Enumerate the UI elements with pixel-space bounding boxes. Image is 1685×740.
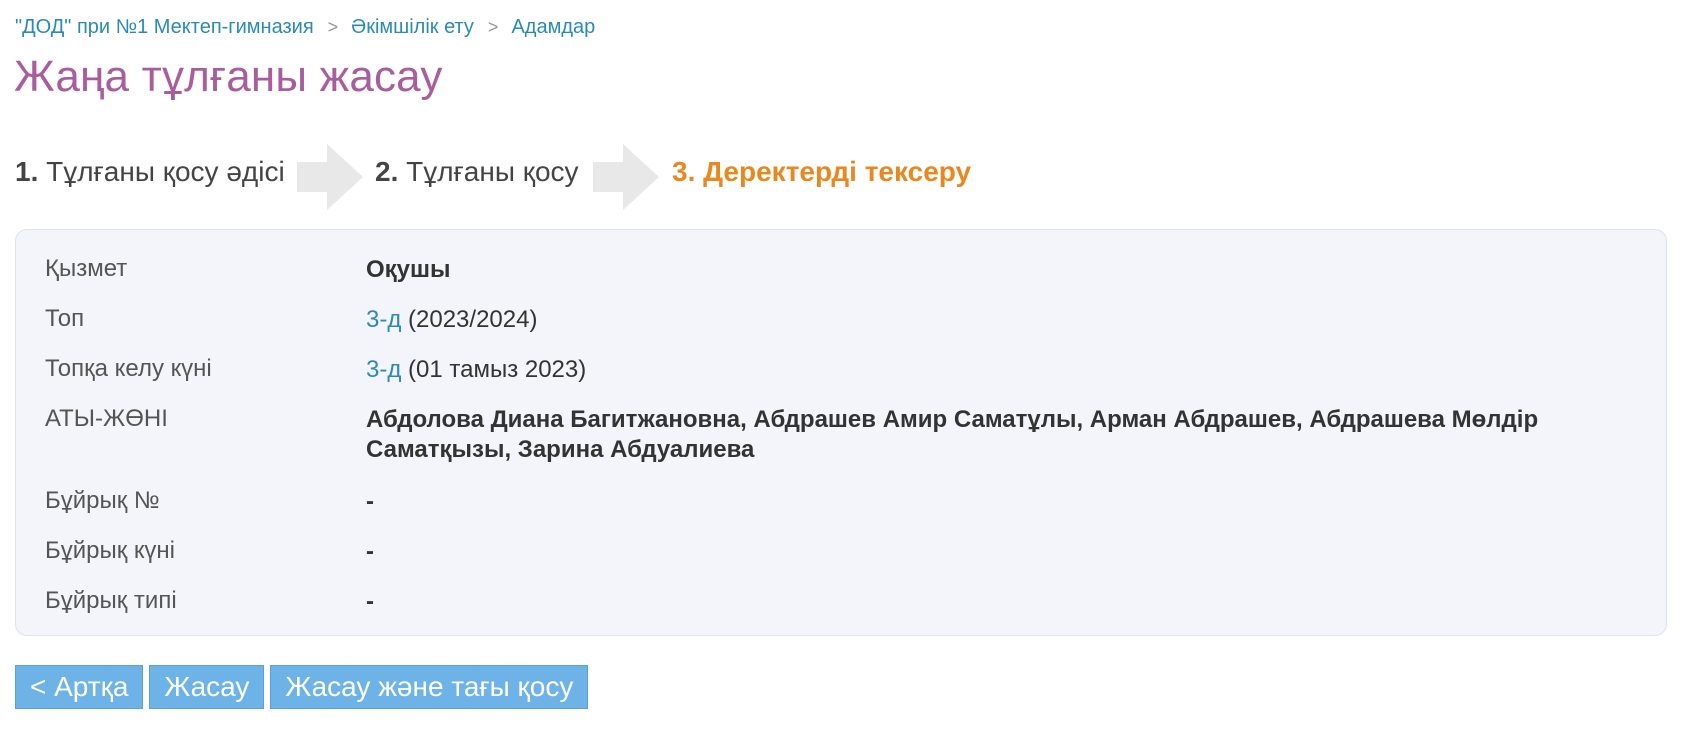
wizard-steps: 1. Тұлғаны қосу әдісі 2. Тұлғаны қосу 3.… (15, 140, 1215, 210)
breadcrumb-link-people[interactable]: Адамдар (511, 16, 595, 39)
names-list: Абдолова Диана Багитжановна, Абдрашев Ам… (366, 406, 1539, 463)
step-2-number: 2. (375, 156, 399, 187)
step-3-active: 3. Деректерді тексеру (672, 156, 971, 188)
detail-label: АТЫ-ЖӨНІ (45, 405, 168, 432)
group-link[interactable]: 3-д (366, 356, 401, 383)
create-and-add-button[interactable]: Жасау және тағы қосу (270, 665, 589, 709)
step-1: 1. Тұлғаны қосу әдісі (15, 156, 285, 188)
breadcrumb-separator: > (327, 17, 339, 37)
step-2: 2. Тұлғаны қосу (375, 156, 579, 188)
step-2-label: Тұлғаны қосу (406, 156, 579, 187)
step-3-number: 3. (672, 156, 696, 187)
form-actions: < Артқа Жасау Жасау және тағы қосу (15, 665, 589, 709)
step-1-label: Тұлғаны қосу әдісі (46, 156, 285, 187)
detail-label: Топқа келу күні (45, 355, 212, 382)
breadcrumb: "ДОД" при №1 Мектеп-гимназия > Әкімшілік… (15, 16, 595, 39)
join-date: (01 тамыз 2023) (408, 356, 587, 383)
create-button[interactable]: Жасау (149, 665, 265, 709)
detail-value: - (366, 588, 374, 615)
back-button[interactable]: < Артқа (15, 665, 144, 709)
step-1-number: 1. (15, 156, 39, 187)
page-title: Жаңа тұлғаны жасау (14, 52, 443, 101)
breadcrumb-separator: > (487, 17, 499, 37)
step-arrow-icon (297, 144, 363, 210)
group-link[interactable]: 3-д (366, 306, 401, 333)
detail-label: Топ (45, 305, 85, 332)
step-3-label: Деректерді тексеру (703, 156, 972, 187)
detail-value: 3-д (01 тамыз 2023) (366, 355, 1646, 385)
step-arrow-icon (593, 144, 659, 210)
detail-value: - (366, 488, 374, 515)
detail-value: - (366, 538, 374, 565)
detail-value: 3-д (2023/2024) (366, 305, 1646, 335)
details-panel: Қызмет Оқушы Топ 3-д (2023/2024) Топқа к… (15, 229, 1667, 636)
detail-label: Бұйрық № (45, 487, 160, 514)
detail-value: Оқушы (366, 256, 451, 283)
group-year: (2023/2024) (408, 306, 538, 333)
detail-label: Бұйрық күні (45, 537, 176, 564)
detail-label: Қызмет (45, 255, 128, 282)
breadcrumb-link-school[interactable]: "ДОД" при №1 Мектеп-гимназия (15, 16, 314, 39)
breadcrumb-link-administration[interactable]: Әкімшілік ету (351, 16, 474, 39)
detail-label: Бұйрық типі (45, 587, 177, 614)
